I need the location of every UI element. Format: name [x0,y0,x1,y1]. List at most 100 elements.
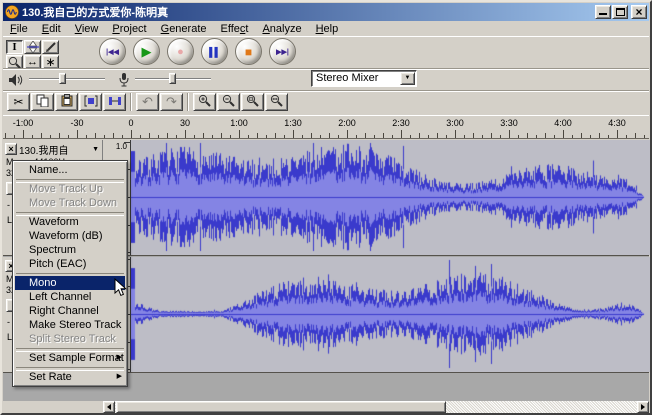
menu-item-left-channel[interactable]: Left Channel [15,290,125,304]
dropdown-arrow-icon[interactable]: ▼ [400,72,415,85]
menu-item-label: Move Track Down [29,197,118,209]
skip-to-end-button[interactable]: ▶▶| [269,38,296,65]
ruler-tick [185,130,186,138]
ruler-tick [230,135,231,138]
ruler-tick [365,133,366,138]
output-volume-slider[interactable] [29,73,105,85]
menu-item-waveform-db[interactable]: Waveform (dB) [15,229,125,243]
track-close-button[interactable]: × [5,143,17,155]
play-button[interactable]: ▶ [133,38,160,65]
ruler-tick [41,133,42,138]
title-bar[interactable]: 130.我自己的方式爱你-陈明真 × [3,3,649,21]
maximize-button[interactable] [612,5,628,19]
menu-generate[interactable]: Generate [154,22,214,36]
paste-button[interactable] [55,93,78,111]
ruler-tick [527,133,528,138]
zoom-in-button[interactable] [193,93,216,111]
menu-item-waveform[interactable]: Waveform [15,215,125,229]
ruler-tick [293,130,294,138]
ruler-tick [419,133,420,138]
waveform-canvas[interactable] [131,140,650,255]
ruler-tick [104,135,105,138]
stop-button[interactable]: ■ [235,38,262,65]
ruler-tick [428,135,429,138]
output-volume-thumb[interactable] [59,73,66,84]
ruler-tick [122,135,123,138]
draw-tool[interactable] [42,40,59,54]
trim-button[interactable] [79,93,102,111]
menu-item-move-track-up[interactable]: Move Track Up [15,182,125,196]
menu-view[interactable]: View [68,22,106,36]
menu-item-make-stereo-track[interactable]: Make Stereo Track [15,318,125,332]
ruler-tick [635,133,636,138]
zoom-tool[interactable] [6,55,23,69]
paste-icon [61,94,73,110]
zoom-out-icon [222,94,235,110]
multi-tool[interactable]: ∗ [42,55,59,69]
undo-button[interactable]: ↶ [136,93,159,111]
ruler-tick [212,135,213,138]
timeshift-tool[interactable]: ↔ [24,55,41,69]
menu-item-label: Set Sample Format [29,352,124,364]
horizontal-scrollbar[interactable] [3,401,649,413]
menu-analyze[interactable]: Analyze [255,22,308,36]
record-button[interactable]: ● [167,38,194,65]
ruler-label: 3:00 [446,118,464,128]
minimize-button[interactable] [595,5,611,19]
menu-item-right-channel[interactable]: Right Channel [15,304,125,318]
ruler-label: 1:30 [284,118,302,128]
menu-item-label: Spectrum [29,244,77,256]
toolbar-separator [3,90,649,92]
selection-tool[interactable]: I [6,40,23,54]
menu-item-label: Waveform [29,216,79,228]
cut-button[interactable]: ✂ [7,93,30,111]
timeline-ruler[interactable]: -1:00 -30 0 30 1:00 1:30 2:00 2:30 3:00 3:30 4:00 4… [3,115,649,139]
ruler-tick [482,135,483,138]
record-icon: ● [177,45,184,58]
skip-to-start-button[interactable]: |◀◀ [99,38,126,65]
input-volume-thumb[interactable] [169,73,176,84]
scroll-left-button[interactable] [103,401,115,413]
envelope-tool[interactable] [24,40,41,54]
track-menu-arrow-icon[interactable]: ▼ [92,146,100,153]
menu-item-set-sample-format[interactable]: Set Sample Format ▶ [15,351,125,365]
close-button[interactable]: × [631,5,647,19]
ruler-tick [275,133,276,138]
fit-project-button[interactable] [265,93,288,111]
ruler-label: 4:30 [608,118,626,128]
vruler-tick [124,142,130,143]
ruler-label: 2:30 [392,118,410,128]
menu-edit[interactable]: Edit [35,22,68,36]
input-volume-slider[interactable] [135,73,211,85]
menu-item-spectrum[interactable]: Spectrum [15,243,125,257]
ruler-tick [311,133,312,138]
zoom-out-button[interactable] [217,93,240,111]
menu-item-move-track-down[interactable]: Move Track Down [15,196,125,210]
ruler-tick [338,135,339,138]
menu-item-pitch-eac[interactable]: Pitch (EAC) [15,257,125,271]
menu-file[interactable]: File [3,22,35,36]
pause-button[interactable]: ▌▌ [201,38,228,65]
fit-selection-button[interactable] [241,93,264,111]
scrollbar-thumb[interactable] [116,401,446,413]
menu-item-set-rate[interactable]: Set Rate ▶ [15,370,125,384]
menu-item-mono[interactable]: Mono [15,276,125,290]
input-source-select[interactable]: Stereo Mixer ▼ [311,70,417,87]
ruler-tick [356,135,357,138]
scroll-left-icon [104,404,111,410]
ruler-tick [284,135,285,138]
redo-button[interactable]: ↷ [160,93,183,111]
menu-help[interactable]: Help [309,22,346,36]
silence-button[interactable] [103,93,126,111]
menu-item-split-stereo-track[interactable]: Split Stereo Track [15,332,125,346]
silence-icon [108,95,122,110]
menu-item-name[interactable]: Name... [15,163,125,177]
ruler-tick [59,133,60,138]
menu-effect[interactable]: Effect [214,22,256,36]
menu-item-label: Name... [29,164,68,176]
menu-project[interactable]: Project [105,22,153,36]
track-title[interactable]: 130.我用自 [19,142,90,157]
copy-button[interactable] [31,93,54,111]
waveform-canvas[interactable] [131,257,650,372]
scroll-right-button[interactable] [637,401,649,413]
